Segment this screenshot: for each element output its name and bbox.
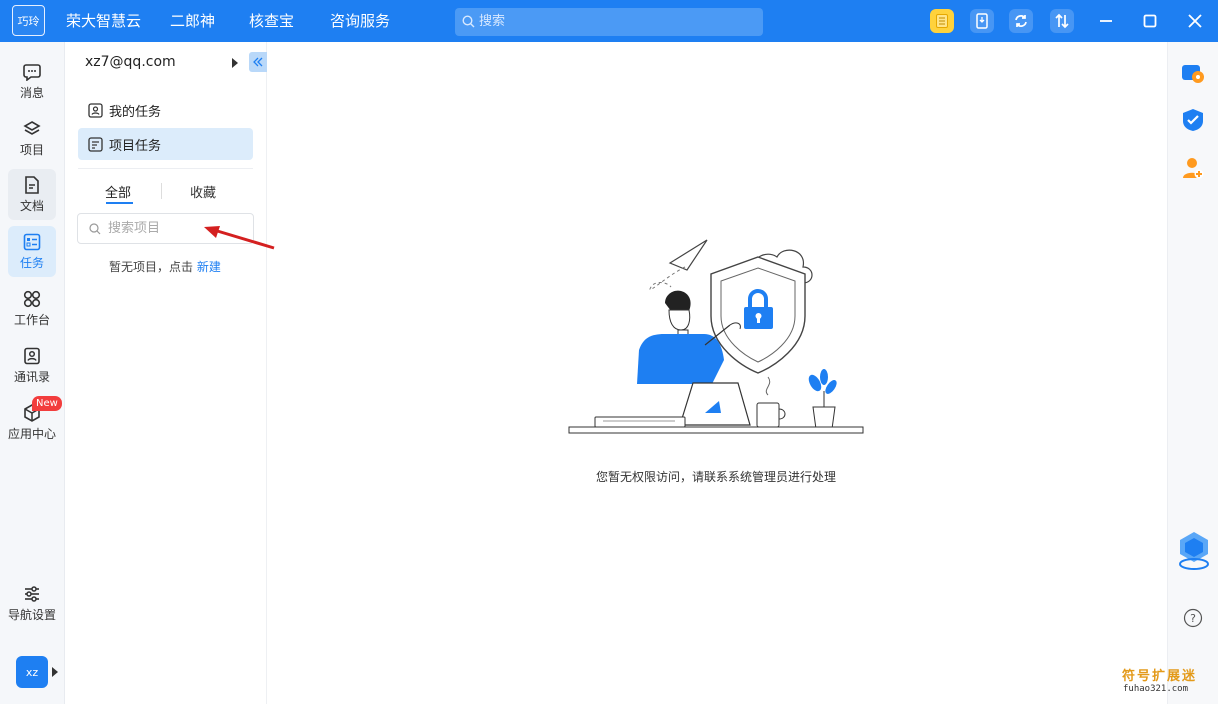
topnav-rongda[interactable]: 荣大智慧云 <box>66 0 141 42</box>
new-project-link[interactable]: 新建 <box>197 260 221 274</box>
approval-icon[interactable] <box>1181 108 1205 132</box>
search-placeholder: 搜索 <box>479 14 506 29</box>
minimize-button[interactable] <box>1095 10 1117 32</box>
nav-messages[interactable]: 消息 <box>8 56 56 107</box>
search-icon <box>462 15 475 28</box>
nav-workbench[interactable]: 工作台 <box>8 283 56 334</box>
nav-projects[interactable]: 项目 <box>8 113 56 164</box>
nav-label: 导航设置 <box>8 607 57 622</box>
close-button[interactable] <box>1184 10 1206 32</box>
caret-right-icon[interactable] <box>232 58 238 68</box>
account-name[interactable]: xz7@qq.com <box>85 54 176 70</box>
close-icon <box>1188 14 1202 28</box>
annotation-arrow <box>204 226 275 250</box>
app-logo: 巧玲 <box>12 5 45 36</box>
maximize-button[interactable] <box>1139 10 1161 32</box>
ai-assistant-icon[interactable] <box>1177 530 1211 572</box>
nav-documents[interactable]: 文档 <box>8 169 56 220</box>
add-contact-icon[interactable] <box>1181 156 1205 180</box>
mobile-button[interactable] <box>970 9 994 33</box>
phone-icon <box>976 13 988 29</box>
sync-button[interactable] <box>1009 9 1033 33</box>
no-permission-illustration <box>568 239 864 434</box>
nav-settings[interactable]: 导航设置 <box>8 578 56 629</box>
menu-label: 项目任务 <box>109 138 162 154</box>
notes-button[interactable] <box>930 9 954 33</box>
watermark-url: fuhao321.com <box>1123 684 1189 694</box>
nav-tasks[interactable]: 任务 <box>8 226 56 277</box>
title-bar: 巧玲 荣大智慧云 二郎神 核查宝 咨询服务 搜索 <box>0 0 1218 42</box>
nav-label: 任务 <box>19 255 44 270</box>
empty-projects: 暂无项目，点击 新建 <box>109 258 221 275</box>
nav-label: 消息 <box>19 85 44 100</box>
new-badge: New <box>32 396 62 411</box>
task-panel: xz7@qq.com 我的任务 项目任务 全部 收藏 搜索项目 暂无项目，点击 … <box>65 42 267 704</box>
tab-underline <box>106 202 133 204</box>
menu-project-tasks[interactable]: 项目任务 <box>78 128 253 160</box>
menu-my-tasks[interactable]: 我的任务 <box>78 94 253 126</box>
nav-label: 应用中心 <box>8 426 57 441</box>
topnav-erlangshen[interactable]: 二郎神 <box>170 0 215 42</box>
collapse-panel-button[interactable] <box>249 52 267 72</box>
task-icon <box>23 233 41 250</box>
grid-icon <box>23 290 41 307</box>
svg-text:?: ? <box>1190 612 1196 625</box>
document-icon <box>25 175 39 194</box>
notes-icon <box>936 14 948 28</box>
avatar[interactable]: xz <box>16 656 48 688</box>
tab-divider <box>161 183 162 199</box>
watermark-title: 符号扩展迷 <box>1122 669 1198 684</box>
nav-label: 工作台 <box>13 312 50 327</box>
nav-contacts[interactable]: 通讯录 <box>8 340 56 391</box>
layers-icon <box>23 120 41 135</box>
nav-label: 通讯录 <box>13 369 50 384</box>
tab-favorites[interactable]: 收藏 <box>190 182 216 201</box>
global-search-input[interactable]: 搜索 <box>455 8 763 36</box>
no-permission-message: 您暂无权限访问，请联系系统管理员进行处理 <box>596 470 837 484</box>
tab-all[interactable]: 全部 <box>105 182 131 201</box>
project-search-placeholder: 搜索项目 <box>108 221 161 236</box>
meeting-icon[interactable] <box>1181 62 1205 86</box>
search-icon <box>89 223 101 235</box>
topnav-consulting[interactable]: 咨询服务 <box>330 0 390 42</box>
sync-icon <box>1015 15 1027 27</box>
contacts-icon <box>24 347 40 364</box>
minimize-icon <box>1100 20 1112 22</box>
nav-label: 项目 <box>19 142 44 157</box>
left-nav: 消息 项目 文档 任务 工作台 通讯录 应用中心 导航设置 <box>0 42 65 704</box>
maximize-icon <box>1143 14 1157 28</box>
help-icon[interactable]: ? <box>1183 608 1203 628</box>
my-task-icon <box>88 102 103 118</box>
nav-label: 文档 <box>19 198 44 213</box>
menu-label: 我的任务 <box>109 104 162 120</box>
empty-text: 暂无项目，点击 <box>109 260 194 274</box>
sliders-icon <box>25 585 39 602</box>
caret-right-icon[interactable] <box>52 667 58 677</box>
transfer-icon <box>1055 13 1069 29</box>
transfer-button[interactable] <box>1050 9 1074 33</box>
project-task-icon <box>88 136 103 152</box>
divider <box>78 168 253 169</box>
message-icon <box>23 63 41 81</box>
double-chevron-left-icon <box>253 57 263 67</box>
right-toolbar: ? <box>1167 42 1218 704</box>
topnav-hechabao[interactable]: 核查宝 <box>249 0 294 42</box>
